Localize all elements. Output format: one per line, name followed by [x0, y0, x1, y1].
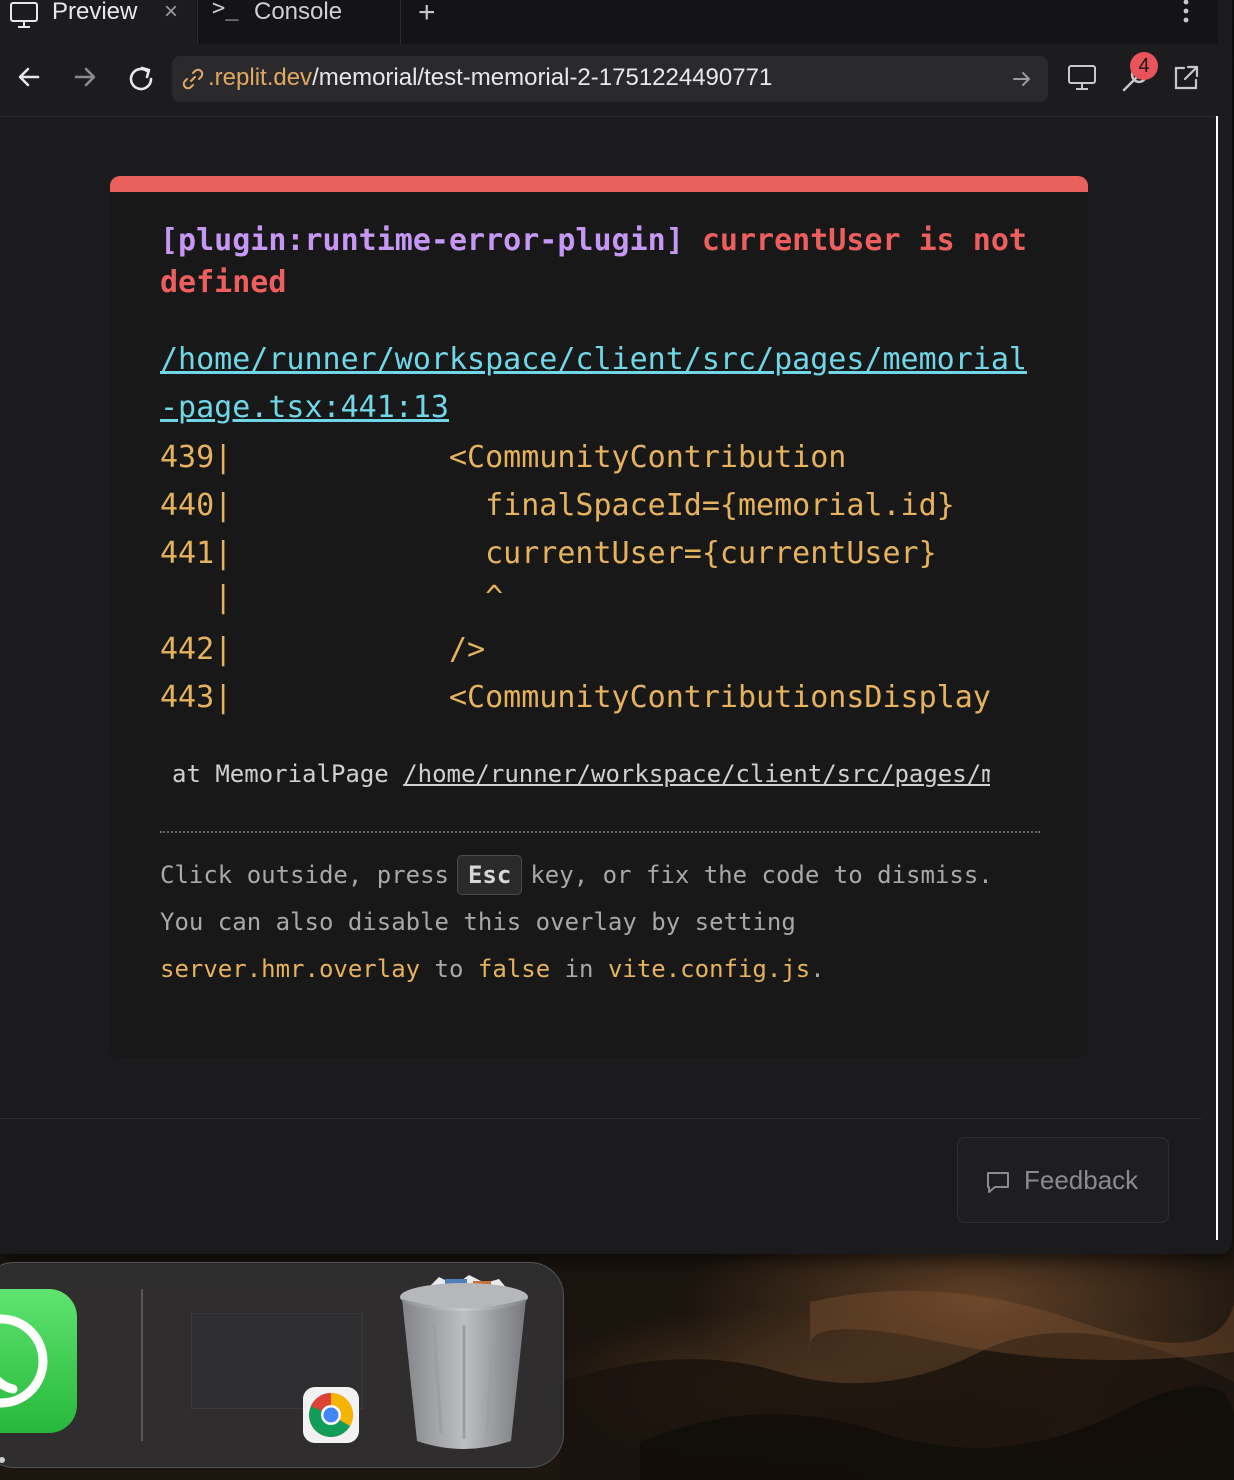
tip-text: .: [810, 955, 825, 983]
stack-prefix: at MemorialPage: [172, 760, 404, 788]
code-line: 439| <CommunityContribution: [160, 440, 847, 475]
url-text: .replit.dev/memorial/test-memorial-2-175…: [208, 64, 772, 92]
forward-icon[interactable]: [70, 62, 100, 92]
tip-code: false: [477, 955, 551, 983]
devtools-badge: 4: [1130, 52, 1158, 80]
url-domain: .replit.dev: [208, 64, 313, 91]
feedback-button[interactable]: Feedback: [957, 1137, 1169, 1223]
tip-line-1: Click outside, press Esc key, or fix the c…: [160, 852, 1040, 899]
dock-separator: [141, 1289, 143, 1441]
error-file-link[interactable]: /home/runner/workspace/client/src/pages/…: [160, 336, 1030, 432]
error-stack: at MemorialPage /home/runner/workspace/c…: [172, 760, 990, 788]
dismiss-tip: Click outside, press Esc key, or fix the c…: [160, 852, 1040, 993]
chat-bubble-icon: [987, 1172, 1009, 1193]
whatsapp-glyph: [0, 1314, 48, 1408]
whatsapp-icon[interactable]: [0, 1289, 77, 1433]
stack-path-link[interactable]: /home/runner/workspace/client/src/pages/…: [403, 760, 990, 788]
close-icon[interactable]: ×: [164, 0, 178, 26]
preview-content: [plugin:runtime-error-plugin] currentUse…: [0, 117, 1202, 1240]
footer-divider: [0, 1118, 1202, 1119]
esc-key: Esc: [456, 855, 523, 895]
window-edge: [1216, 116, 1218, 1240]
tab-preview-label: Preview: [52, 0, 138, 25]
tip-code: server.hmr.overlay: [160, 955, 421, 983]
code-line: 441| currentUser={currentUser}: [160, 536, 937, 571]
tab-console-label: Console: [254, 0, 343, 25]
terminal-icon: >_: [212, 0, 239, 21]
error-overlay: [plugin:runtime-error-plugin] currentUse…: [110, 176, 1088, 1058]
tip-text: in: [550, 955, 608, 983]
tip-text: key, or fix the code to dismiss.: [530, 861, 993, 889]
more-vertical-icon[interactable]: [1176, 0, 1196, 28]
navigation-bar: .replit.dev/memorial/test-memorial-2-175…: [0, 44, 1218, 117]
error-message: [plugin:runtime-error-plugin] currentUse…: [160, 220, 1040, 304]
device-preview-icon[interactable]: [1066, 62, 1098, 94]
tab-console[interactable]: >_ Console: [197, 0, 401, 44]
code-line: | ^: [160, 580, 504, 615]
tab-preview[interactable]: Preview ×: [0, 0, 196, 44]
browser-window: Preview × >_ Console + .replit.dev/memor…: [0, 0, 1232, 1254]
code-frame: 439| <CommunityContribution 440| finalSp…: [160, 440, 1040, 724]
running-indicator: [0, 1457, 5, 1463]
code-line: 440| finalSpaceId={memorial.id}: [160, 488, 955, 523]
tip-text: You can also disable this overlay by set…: [160, 908, 796, 936]
tip-text: Click outside, press: [160, 861, 449, 889]
tab-bar: Preview × >_ Console +: [0, 0, 1218, 45]
open-external-icon[interactable]: [1170, 62, 1202, 94]
chrome-icon[interactable]: [303, 1387, 359, 1443]
go-arrow-icon[interactable]: [1010, 67, 1034, 91]
link-icon: [182, 68, 204, 90]
feedback-label: Feedback: [1024, 1165, 1139, 1195]
url-path: /memorial/test-memorial-2-1751224490771: [312, 64, 773, 91]
back-icon[interactable]: [14, 62, 44, 92]
trash-icon[interactable]: [399, 1273, 529, 1453]
code-line: 442| />: [160, 632, 486, 667]
address-bar[interactable]: .replit.dev/memorial/test-memorial-2-175…: [172, 56, 1048, 102]
tip-text: to: [420, 955, 478, 983]
reload-icon[interactable]: [124, 62, 158, 96]
dock: [0, 1262, 564, 1468]
code-line: 443| <CommunityContributionsDisplay: [160, 680, 991, 715]
divider: [160, 831, 1040, 833]
hill-silhouettes: [560, 1290, 1234, 1480]
tip-code: vite.config.js: [607, 955, 811, 983]
error-plugin-name: [plugin:runtime-error-plugin]: [160, 223, 684, 258]
tip-line-2: You can also disable this overlay by set…: [160, 899, 1040, 993]
monitor-icon: [10, 2, 38, 28]
new-tab-button[interactable]: +: [418, 0, 436, 30]
